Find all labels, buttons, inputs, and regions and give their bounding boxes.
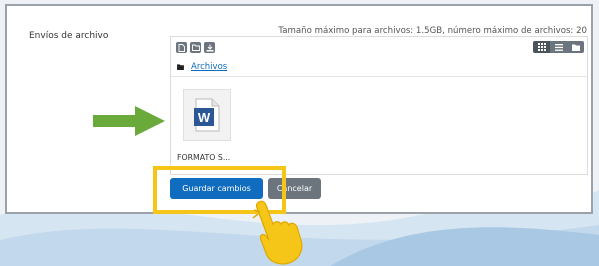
grid-view-icon[interactable] [533, 41, 550, 53]
folder-icon [177, 64, 184, 70]
file-submissions-label: Envíos de archivo [29, 31, 109, 41]
create-folder-icon[interactable] [190, 42, 201, 53]
breadcrumb-divider [171, 76, 587, 77]
tree-view-icon[interactable] [567, 41, 584, 53]
add-file-icon[interactable] [176, 42, 187, 53]
max-files-info: Tamaño máximo para archivos: 1.5GB, núme… [278, 26, 587, 36]
file-picker-toolbar [176, 42, 215, 53]
breadcrumb: Archivos [177, 62, 227, 72]
breadcrumb-folder-link[interactable]: Archivos [191, 62, 227, 72]
list-view-icon[interactable] [550, 41, 567, 53]
file-thumbnail[interactable]: W [183, 89, 231, 141]
file-name[interactable]: FORMATO S... [177, 153, 230, 162]
view-mode-switcher [533, 41, 584, 53]
file-picker: Archivos W FORMATO S... [170, 36, 588, 175]
svg-text:W: W [198, 110, 211, 125]
word-document-icon: W [194, 98, 220, 132]
pointing-hand-icon [252, 200, 303, 265]
download-icon[interactable] [204, 42, 215, 53]
arrow-right-icon [93, 106, 165, 136]
